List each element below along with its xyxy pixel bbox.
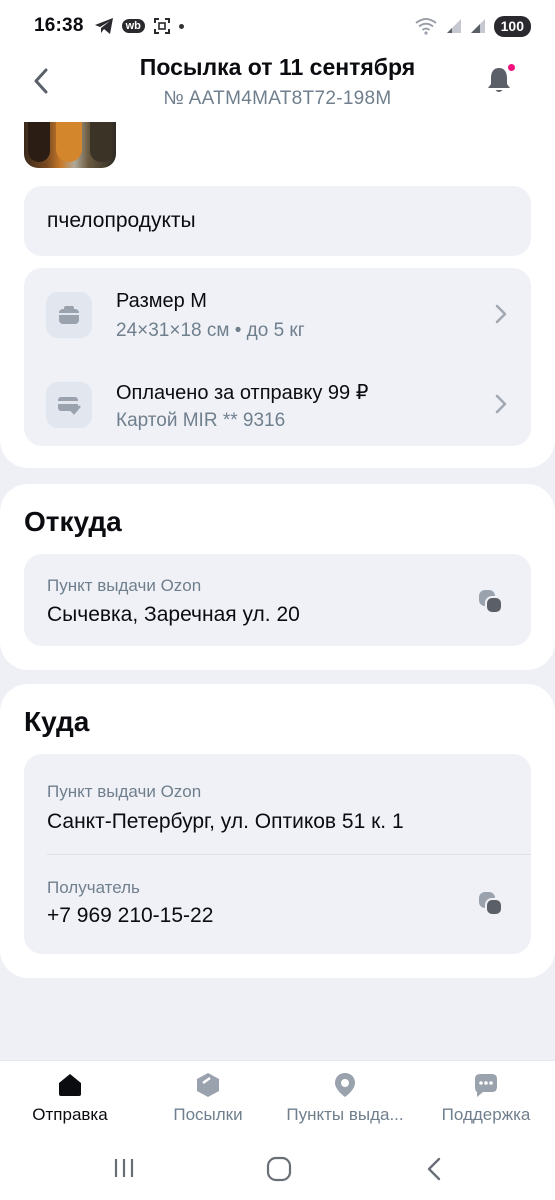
from-address: Сычевка, Заречная ул. 20 <box>47 603 300 626</box>
status-system-icons: 100 <box>414 15 531 37</box>
bottom-navigation: Отправка Посылки Пункты выда... Поддержк… <box>0 1060 555 1136</box>
card-payment-icon <box>46 382 92 428</box>
nav-item-pickup-points[interactable]: Пункты выда... <box>276 1061 414 1137</box>
chevron-right-icon <box>495 394 507 414</box>
nav-label: Посылки <box>173 1105 243 1124</box>
status-notification-icons: wb <box>94 17 184 35</box>
system-back-icon[interactable] <box>424 1156 444 1182</box>
recipient-phone[interactable]: +7 969 210-15-22 <box>47 904 213 928</box>
home-icon <box>59 1074 81 1096</box>
size-details: 24×31×18 см • до 5 кг <box>116 320 305 341</box>
screenshot-icon <box>153 18 170 34</box>
signal-icon-1 <box>446 19 461 33</box>
status-bar: 16:38 wb 100 <box>0 0 555 52</box>
copy-icon[interactable] <box>477 890 505 918</box>
parcel-info-group: Размер M 24×31×18 см • до 5 кг Оплачено … <box>24 268 531 446</box>
photo-jar-1 <box>28 122 50 162</box>
size-title: Размер M <box>116 290 207 312</box>
from-heading: Откуда <box>24 506 122 537</box>
from-address-box[interactable]: Пункт выдачи Ozon Сычевка, Заречная ул. … <box>24 554 531 646</box>
telegram-icon <box>94 18 113 34</box>
bell-icon <box>488 68 510 92</box>
divider <box>47 854 531 855</box>
status-time: 16:38 <box>34 15 84 36</box>
to-section: Куда Пункт выдачи Ozon Санкт-Петербург, … <box>0 684 555 978</box>
wb-badge: wb <box>121 19 145 33</box>
to-address-box: Пункт выдачи Ozon Санкт-Петербург, ул. О… <box>24 754 531 954</box>
nav-item-parcels[interactable]: Посылки <box>144 1061 272 1137</box>
nav-item-send[interactable]: Отправка <box>6 1061 134 1137</box>
parcel-photo[interactable] <box>24 122 116 168</box>
location-pin-icon <box>335 1073 355 1097</box>
wifi-icon <box>415 18 437 35</box>
parcel-description-text: пчелопродукты <box>47 209 196 232</box>
payment-title: Оплачено за отправку 99 ₽ <box>116 382 369 404</box>
box-icon <box>197 1073 219 1097</box>
to-address[interactable]: Санкт-Петербург, ул. Оптиков 51 к. 1 <box>47 810 404 834</box>
to-heading: Куда <box>24 706 90 737</box>
battery-indicator: 100 <box>493 15 531 37</box>
tracking-number: № AATM4MAT8T72-198M <box>163 88 392 109</box>
payment-details: Картой MIR ** 9316 <box>116 410 286 431</box>
payment-row[interactable]: Оплачено за отправку 99 ₽ Картой MIR ** … <box>24 362 531 446</box>
system-navigation-bar <box>0 1136 555 1200</box>
nav-item-support[interactable]: Поддержка <box>422 1061 550 1137</box>
nav-label: Поддержка <box>441 1105 531 1124</box>
chevron-right-icon <box>495 304 507 324</box>
photo-jar-2 <box>56 122 82 162</box>
from-section: Откуда Пункт выдачи Ozon Сычевка, Заречн… <box>0 484 555 670</box>
chat-icon <box>475 1074 497 1097</box>
size-row[interactable]: Размер M 24×31×18 см • до 5 кг <box>24 272 531 356</box>
recipient-label: Получатель <box>47 878 140 897</box>
page-title: Посылка от 11 сентября <box>139 54 416 80</box>
top-app-bar: Посылка от 11 сентября № AATM4MAT8T72-19… <box>0 52 555 122</box>
home-button-icon[interactable] <box>266 1156 292 1182</box>
from-pickup-label: Пункт выдачи Ozon <box>47 576 202 595</box>
photo-jar-3 <box>90 122 112 162</box>
more-notifications-dot <box>178 23 184 29</box>
parcel-description[interactable]: пчелопродукты <box>24 186 531 256</box>
box-size-icon <box>46 292 92 338</box>
parcel-details-card: пчелопродукты Размер M 24×31×18 см • до … <box>0 122 555 468</box>
copy-icon[interactable] <box>477 588 505 616</box>
recent-apps-icon[interactable] <box>112 1156 136 1180</box>
notifications-button[interactable] <box>483 64 515 96</box>
notification-badge <box>508 64 515 71</box>
signal-icon-2 <box>470 19 485 33</box>
to-pickup-label: Пункт выдачи Ozon <box>47 782 202 801</box>
nav-label: Отправка <box>32 1105 108 1124</box>
nav-label: Пункты выда... <box>286 1105 404 1124</box>
